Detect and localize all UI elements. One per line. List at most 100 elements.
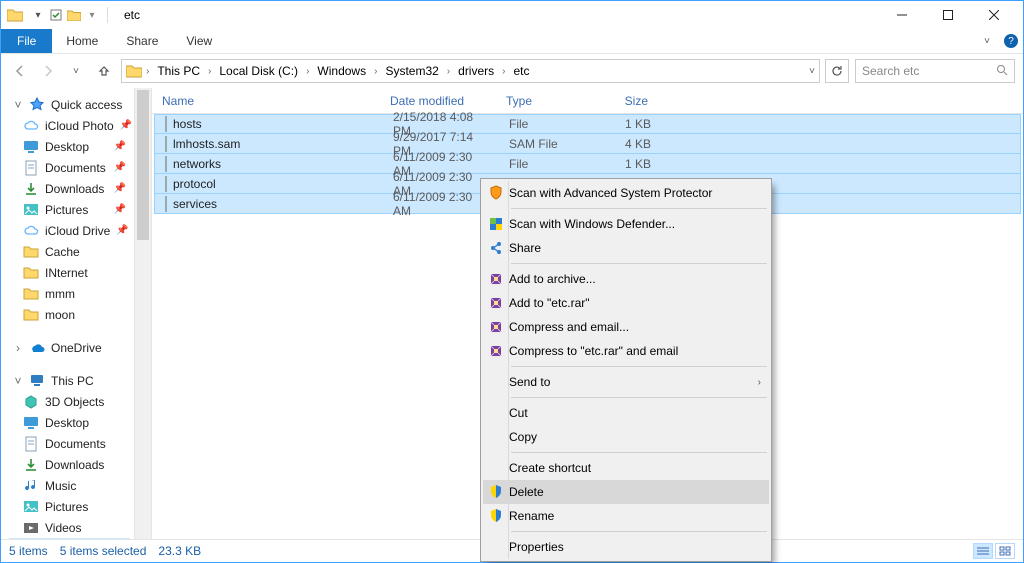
nav-back-button[interactable]: [9, 60, 31, 82]
menu-item[interactable]: Rename: [483, 504, 769, 528]
view-large-button[interactable]: [995, 543, 1015, 559]
nav-pc-item[interactable]: Desktop: [9, 412, 130, 433]
close-button[interactable]: [971, 1, 1017, 29]
breadcrumb-item[interactable]: etc: [510, 64, 534, 78]
qat-customize-icon[interactable]: ▾: [85, 8, 99, 22]
menu-item[interactable]: Create shortcut: [483, 456, 769, 480]
address-bar[interactable]: › This PC› Local Disk (C:)› Windows› Sys…: [121, 59, 820, 83]
expand-icon[interactable]: ˅: [13, 98, 23, 112]
col-name[interactable]: Name: [152, 94, 380, 108]
folder-icon: [23, 181, 39, 197]
qat-newfolder-icon[interactable]: [67, 8, 81, 22]
file-name: networks: [173, 157, 221, 171]
nav-quick-item[interactable]: moon: [9, 304, 130, 325]
file-type: File: [499, 157, 599, 171]
nav-quick-item[interactable]: Desktop📌: [9, 136, 130, 157]
file-name: protocol: [173, 177, 216, 191]
address-dropdown-icon[interactable]: ˅: [809, 66, 815, 77]
scrollbar-thumb[interactable]: [137, 90, 149, 240]
expand-icon[interactable]: ›: [13, 341, 23, 355]
help-icon[interactable]: ?: [999, 29, 1023, 53]
breadcrumb-item[interactable]: Local Disk (C:): [215, 64, 302, 78]
nav-up-button[interactable]: [93, 60, 115, 82]
ribbon-tab-home[interactable]: Home: [52, 29, 112, 53]
file-row[interactable]: lmhosts.sam9/29/2017 7:14 PMSAM File4 KB: [154, 134, 1021, 154]
ribbon-expand-icon[interactable]: ˅: [975, 29, 999, 53]
menu-item[interactable]: Compress and email...: [483, 315, 769, 339]
breadcrumb-root-sep[interactable]: ›: [144, 66, 151, 77]
menu-separator: [511, 208, 767, 209]
nav-pc-item[interactable]: Documents: [9, 433, 130, 454]
nav-pc-item[interactable]: Downloads: [9, 454, 130, 475]
menu-item[interactable]: Cut: [483, 401, 769, 425]
folder-icon: [23, 457, 39, 473]
nav-pc-item[interactable]: Videos: [9, 517, 130, 538]
file-name: services: [173, 197, 217, 211]
menu-item[interactable]: Add to archive...: [483, 267, 769, 291]
col-date[interactable]: Date modified: [380, 94, 496, 108]
nav-pc-item[interactable]: Music: [9, 475, 130, 496]
file-icon: [165, 137, 167, 151]
nav-label: iCloud Drive: [45, 224, 110, 238]
menu-item[interactable]: Add to "etc.rar": [483, 291, 769, 315]
nav-scrollbar[interactable]: [134, 88, 151, 539]
address-folder-icon: [126, 64, 142, 78]
nav-quick-item[interactable]: mmm: [9, 283, 130, 304]
nav-pc-item[interactable]: 3D Objects: [9, 391, 130, 412]
ribbon-tab-file[interactable]: File: [1, 29, 52, 53]
nav-quick-item[interactable]: iCloud Drive📌: [9, 220, 130, 241]
nav-this-pc[interactable]: ˅ This PC: [9, 370, 130, 391]
file-size: 4 KB: [599, 137, 661, 151]
search-placeholder: Search etc: [862, 64, 919, 78]
search-box[interactable]: Search etc: [855, 59, 1015, 83]
nav-quick-item[interactable]: iCloud Photo📌: [9, 115, 130, 136]
nav-label: This PC: [51, 374, 94, 388]
menu-item[interactable]: Send to›: [483, 370, 769, 394]
menu-item[interactable]: Compress to "etc.rar" and email: [483, 339, 769, 363]
file-name: lmhosts.sam: [173, 137, 240, 151]
onedrive-icon: [29, 340, 45, 356]
expand-icon[interactable]: ˅: [13, 374, 23, 388]
maximize-button[interactable]: [925, 1, 971, 29]
nav-forward-button[interactable]: [37, 60, 59, 82]
breadcrumb-item[interactable]: Windows: [313, 64, 370, 78]
nav-quick-item[interactable]: Downloads📌: [9, 178, 130, 199]
file-row[interactable]: networks6/11/2009 2:30 AMFile1 KB: [154, 154, 1021, 174]
menu-item[interactable]: Scan with Windows Defender...: [483, 212, 769, 236]
file-icon: [165, 157, 167, 171]
folder-icon: [23, 223, 39, 239]
breadcrumb-item[interactable]: drivers: [454, 64, 498, 78]
ribbon-tab-share[interactable]: Share: [112, 29, 172, 53]
share-icon: [483, 240, 509, 256]
qat-properties-icon[interactable]: [49, 8, 63, 22]
nav-onedrive[interactable]: ›OneDrive: [9, 337, 130, 358]
breadcrumb-item[interactable]: This PC: [153, 64, 204, 78]
file-row[interactable]: hosts2/15/2018 4:08 PMFile1 KB: [154, 114, 1021, 134]
nav-quick-item[interactable]: Pictures📌: [9, 199, 130, 220]
nav-recent-dropdown[interactable]: ˅: [65, 60, 87, 82]
nav-quick-item[interactable]: Documents📌: [9, 157, 130, 178]
minimize-button[interactable]: [879, 1, 925, 29]
menu-item[interactable]: Scan with Advanced System Protector: [483, 181, 769, 205]
view-details-button[interactable]: [973, 543, 993, 559]
nav-quick-item[interactable]: Cache: [9, 241, 130, 262]
col-type[interactable]: Type: [496, 94, 596, 108]
qat-dropdown-icon[interactable]: ▾: [31, 8, 45, 22]
nav-pc-item[interactable]: Local Disk (C:): [9, 538, 130, 539]
col-size[interactable]: Size: [596, 94, 658, 108]
uac-icon: [483, 484, 509, 500]
nav-quick-access[interactable]: ˅Quick access: [9, 94, 130, 115]
menu-item[interactable]: Delete: [483, 480, 769, 504]
nav-pc-item[interactable]: Pictures: [9, 496, 130, 517]
refresh-button[interactable]: [825, 59, 849, 83]
menu-label: Add to archive...: [509, 272, 749, 286]
breadcrumb-item[interactable]: System32: [381, 64, 442, 78]
nav-quick-item[interactable]: INternet: [9, 262, 130, 283]
menu-item[interactable]: Share: [483, 236, 769, 260]
ribbon-tab-view[interactable]: View: [172, 29, 226, 53]
menu-item[interactable]: Properties: [483, 535, 769, 559]
pin-icon: 📌: [114, 162, 130, 173]
menu-item[interactable]: Copy: [483, 425, 769, 449]
titlebar: ▾ ▾ etc: [1, 1, 1023, 29]
folder-icon: [23, 520, 39, 536]
